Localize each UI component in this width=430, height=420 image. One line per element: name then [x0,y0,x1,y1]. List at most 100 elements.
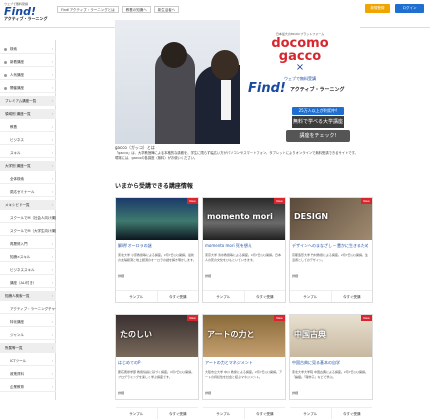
sidebar-item-22[interactable]: ジャンル › [0,330,56,340]
sidebar-item-label: 特化講座 [10,320,24,324]
sidebar-item-label: スキル [10,151,21,155]
course-detail-link[interactable]: 詳細 [205,274,211,278]
sidebar-item-label: ICTツール [10,359,27,363]
sidebar-item-19[interactable]: 知識人検索一覧 › [0,291,56,301]
sidebar-item-0[interactable]: 検索 › [0,44,56,54]
top-nav-tab-about[interactable]: Find!アクティブ・ラーニングとは [57,6,119,13]
course-actions: サンプル 今すぐ受講 [203,407,285,419]
sidebar-item-15[interactable]: 再履修入門 › [0,239,56,249]
course-detail-link[interactable]: 詳細 [292,274,298,278]
sample-button[interactable]: サンプル [116,408,158,419]
course-thumbnail[interactable]: New [116,198,198,240]
course-detail-link[interactable]: 詳細 [205,391,211,395]
sidebar-item-7[interactable]: ビジネス › [0,135,56,145]
site-logo[interactable]: ウェブで無料受講 Find! アクティブ・ラーニング [4,3,56,21]
course-card[interactable]: アートの力と New アートの力とマネジメント 大阪市立大学 中川 教授による講座。2… [202,314,286,419]
sample-button[interactable]: サンプル [203,291,245,302]
course-detail-link[interactable]: 詳細 [118,391,124,395]
course-thumbnail[interactable]: 中国古典 New [290,315,372,357]
login-button[interactable]: ログイン [395,4,424,13]
chevron-right-icon: › [51,268,53,272]
sidebar-item-label: プレミアム講座一覧 [5,99,37,103]
sidebar-item-label: 政策資料 [10,372,24,376]
enroll-button[interactable]: 今すぐ受講 [158,408,199,419]
hero-cta-button[interactable]: 講座をチェック! [286,130,350,142]
enroll-button[interactable]: 今すぐ受講 [245,408,286,419]
sidebar-item-21[interactable]: 特化講座 › [0,317,56,327]
chevron-right-icon: › [51,190,53,194]
course-card[interactable]: たのしい New はじめてのP 慶応義塾学部 教授協議に基づく講座。2月7日(火)開講… [115,314,199,419]
course-title[interactable]: momento mori 死を想え [205,243,281,249]
course-card[interactable]: momento mori New momento mori 死を想え 東京大学 清水教… [202,197,286,303]
sample-button[interactable]: サンプル [290,291,332,302]
hero-banner: 無料で学べる大学講座 [292,116,344,128]
top-nav-tab-newlife[interactable]: 新生活者へ [153,6,180,13]
sidebar-item-12[interactable]: メキシビド一覧 › [0,200,56,210]
hero-find: Find! [248,81,286,96]
course-title[interactable]: 解明!オーロラの謎 [118,243,194,249]
sidebar-item-3[interactable]: 開催講座 › [0,83,56,93]
enroll-button[interactable]: 今すぐ受講 [158,291,199,302]
sidebar-item-label: 検索 [10,47,17,51]
sample-button[interactable]: サンプル [116,291,158,302]
sidebar-item-14[interactable]: スクールでM（大学生向け講座）› [0,226,56,236]
sidebar-item-9[interactable]: 大学別 講座一覧 › [0,161,56,171]
sidebar-item-16[interactable]: 知識×スキル › [0,252,56,262]
top-nav: Find!アクティブ・ラーニングとは 教養の知識へ 新生活者へ [57,6,182,13]
new-badge: New [361,198,372,204]
course-description: 京都造形大学 竹村教授による講座。2月7日(火)開講。生活者としてのデザイン。 [292,253,369,262]
chevron-right-icon: › [51,203,53,207]
register-button[interactable]: 新規登録 [365,4,390,13]
course-title[interactable]: アートの力とマネジメント [205,360,281,366]
sidebar-item-5[interactable]: 領域別 講座一覧 › [0,109,56,119]
sidebar-item-label: 再履修入門 [10,242,28,246]
chevron-right-icon: › [51,359,53,363]
course-thumbnail[interactable]: アートの力と New [203,315,285,357]
sample-button[interactable]: サンプル [290,408,332,419]
sidebar-item-6[interactable]: 教養 › [0,122,56,132]
sidebar-item-25[interactable]: 政策資料 › [0,369,56,379]
sidebar-item-13[interactable]: スクールでM（社会人向け講座）› [0,213,56,223]
sidebar-item-label: スクールでM（大学生向け講座） [10,229,56,233]
course-detail-link[interactable]: 詳細 [118,274,124,278]
sidebar-item-11[interactable]: 慶応ゼミナール › [0,187,56,197]
chevron-right-icon: › [51,333,53,337]
sidebar-item-label: 開催講座 [10,86,24,90]
chevron-right-icon: › [51,320,53,324]
sidebar-item-24[interactable]: ICTツール › [0,356,56,366]
sidebar-item-label: 人気講座 [10,73,24,77]
sidebar-item-26[interactable]: 企業教育 › [0,382,56,392]
sidebar-item-23[interactable]: 所属等一覧 › [0,343,56,353]
sidebar-item-17[interactable]: ビジネススキル › [0,265,56,275]
sidebar-bullet-icon [4,47,7,51]
chevron-right-icon: › [51,99,53,103]
enroll-button[interactable]: 今すぐ受講 [245,291,286,302]
chevron-right-icon: › [51,125,53,129]
top-nav-tab-knowledge[interactable]: 教養の知識へ [121,6,151,13]
course-card[interactable]: DESIGN New デザインへのまなざし ─ 豊かに生きるための思考法京都造形大学… [289,197,373,303]
logo-subtitle: アクティブ・ラーニング [4,16,48,21]
course-thumbnail[interactable]: たのしい New [116,315,198,357]
new-badge: New [274,315,285,321]
sidebar-item-10[interactable]: 全体検索 › [0,174,56,184]
enroll-button[interactable]: 今すぐ受講 [332,291,373,302]
sidebar-item-20[interactable]: アクティブ・ラーニングチャーゼ› [0,304,56,314]
course-title[interactable]: はじめてのP [118,360,194,366]
course-card[interactable]: 中国古典 New 中国古典に見る基本の自学 東北大学大学院 中国古典による講座。2月7… [289,314,373,419]
sidebar-item-1[interactable]: 新着講座 › [0,57,56,67]
sidebar-item-4[interactable]: プレミアム講座一覧 › [0,96,56,106]
course-card[interactable]: New 解明!オーロラの謎 東北大学 小原教授等による講座。2月7日(火)開講。最新… [115,197,199,303]
course-thumbnail[interactable]: DESIGN New [290,198,372,240]
enroll-button[interactable]: 今すぐ受講 [332,408,373,419]
sample-button[interactable]: サンプル [203,408,245,419]
course-description: 東京大学 清水教授等による講座。2月7日(火)開講。日本人の死の文化をひもといて… [205,253,282,262]
course-title[interactable]: 中国古典に見る基本の自学 [292,360,368,366]
sidebar-item-18[interactable]: 講座（ALI付き） › [0,278,56,288]
sidebar-item-8[interactable]: スキル › [0,148,56,158]
course-detail-link[interactable]: 詳細 [292,391,298,395]
course-thumbnail[interactable]: momento mori New [203,198,285,240]
course-title[interactable]: デザインへのまなざし ─ 豊かに生きるための思考法 [292,243,368,249]
sidebar-item-2[interactable]: 人気講座 › [0,70,56,80]
course-actions: サンプル 今すぐ受講 [290,407,372,419]
sidebar-item-label: ジャンル [10,333,24,337]
